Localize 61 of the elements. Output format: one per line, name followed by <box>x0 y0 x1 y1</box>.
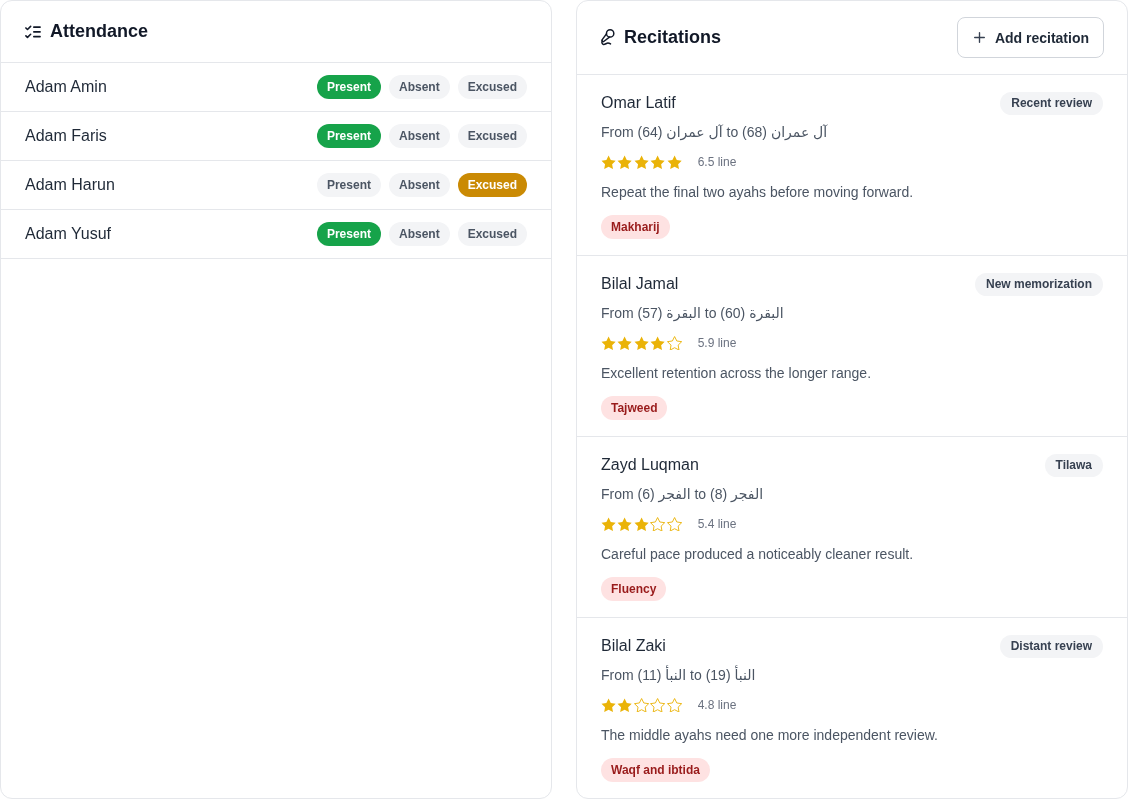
focus-tag: Fluency <box>601 577 667 601</box>
type-badge: Recent review <box>1000 91 1103 115</box>
star-outline-icon <box>666 697 682 713</box>
student-name: Adam Faris <box>25 127 107 145</box>
star-icon <box>666 154 682 170</box>
type-badge: New memorization <box>974 272 1103 296</box>
star-icon <box>617 335 633 351</box>
star-icon <box>633 154 649 170</box>
ayah-range: From (57) البقرة to (60) البقرة <box>601 304 784 323</box>
status-toggle[interactable]: Absent <box>388 222 450 246</box>
student-name: Adam Yusuf <box>25 225 111 243</box>
status-toggle[interactable]: Present <box>316 173 381 197</box>
star-icon <box>617 154 633 170</box>
status-toggle[interactable]: Excused <box>457 124 527 148</box>
star-icon <box>601 335 617 351</box>
student-name: Bilal Zaki <box>601 637 666 655</box>
star-icon <box>650 154 666 170</box>
star-icon <box>633 335 649 351</box>
student-name: Bilal Jamal <box>601 275 679 293</box>
student-name: Zayd Luqman <box>601 456 699 474</box>
type-badge: Tilawa <box>1044 453 1103 477</box>
status-toggle[interactable]: Absent <box>388 173 450 197</box>
star-outline-icon <box>650 516 666 532</box>
star-icon <box>650 335 666 351</box>
add-recitation-button[interactable]: Add recitation <box>956 17 1104 58</box>
star-icon <box>601 697 617 713</box>
status-toggle[interactable]: Absent <box>388 124 450 148</box>
line-count: 6.5 line <box>697 155 737 169</box>
star-icon <box>601 516 617 532</box>
checklist-icon <box>25 24 41 39</box>
star-icon <box>617 516 633 532</box>
ayah-range: From (11) النبأ to (19) النبأ <box>601 665 756 685</box>
type-badge: Distant review <box>999 634 1103 658</box>
student-name: Adam Amin <box>25 78 107 96</box>
focus-tag: Waqf and ibtida <box>601 758 710 782</box>
panel-title: Recitations <box>624 27 722 48</box>
star-icon <box>617 697 633 713</box>
teacher-note: Careful pace produced a noticeably cleaner result. <box>601 545 914 564</box>
student-name: Omar Latif <box>601 94 676 112</box>
star-icon <box>633 516 649 532</box>
focus-tag: Makharij <box>601 215 670 239</box>
teacher-note: Repeat the final two ayahs before moving forward. <box>601 183 914 202</box>
star-outline-icon <box>650 697 666 713</box>
line-count: 5.9 line <box>697 336 737 350</box>
teacher-note: The middle ayahs need one more independent review. <box>601 726 938 745</box>
line-count: 5.4 line <box>697 517 737 531</box>
star-outline-icon <box>666 335 682 351</box>
focus-tag: Tajweed <box>601 396 668 420</box>
plus-icon <box>973 32 985 43</box>
ayah-range: From (6) الفجر to (8) الفجر <box>601 485 764 504</box>
microphone-icon <box>601 29 615 46</box>
panel-title: Attendance <box>50 21 148 42</box>
star-icon <box>601 154 617 170</box>
line-count: 4.8 line <box>697 698 737 712</box>
student-name: Adam Harun <box>25 176 115 194</box>
status-toggle[interactable]: Excused <box>457 222 527 246</box>
star-outline-icon <box>633 697 649 713</box>
ayah-range: From (64) آل عمران to (68) آل عمران <box>601 123 828 142</box>
teacher-note: Excellent retention across the longer range. <box>601 364 872 383</box>
status-toggle[interactable]: Excused <box>457 75 527 99</box>
star-outline-icon <box>666 516 682 532</box>
